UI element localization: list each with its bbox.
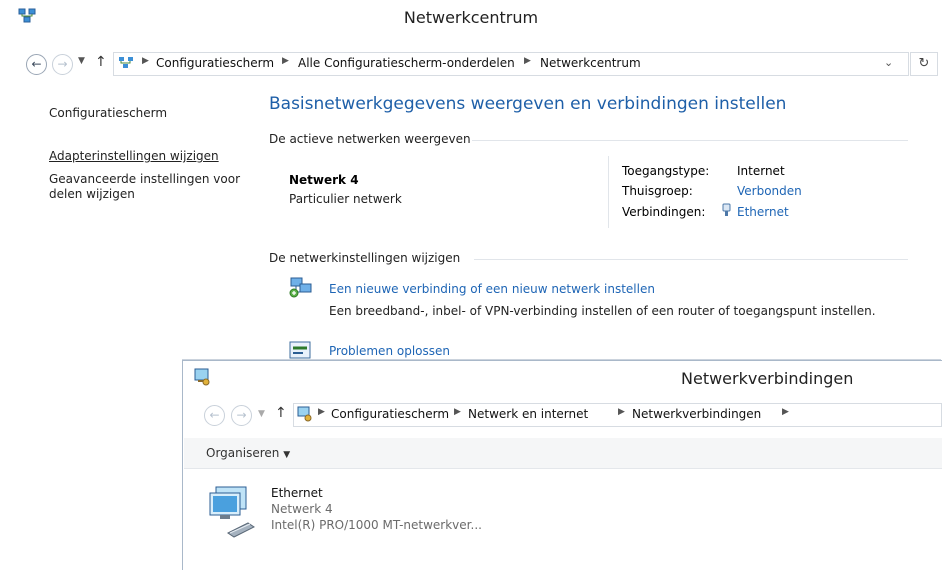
breadcrumb-netwerkcentrum[interactable]: Netwerkcentrum [540, 56, 641, 70]
left-link-advanced-sharing-line2[interactable]: delen wijzigen [49, 187, 135, 201]
breadcrumb-configuratiescherm[interactable]: Configuratiescherm [156, 56, 274, 70]
chevron-down-icon: ▼ [283, 450, 291, 460]
main-address-box[interactable]: ▶ Configuratiescherm ▶ Alle Configuratie… [113, 52, 909, 76]
breadcrumb-separator-icon: ▶ [282, 56, 289, 66]
network-location-icon [297, 406, 313, 422]
up-icon[interactable]: ↑ [275, 405, 287, 421]
breadcrumb-netwerk-en-internet[interactable]: Netwerk en internet [468, 407, 588, 421]
breadcrumb-separator-icon: ▶ [142, 56, 149, 66]
forward-icon[interactable]: → [231, 405, 252, 426]
back-icon[interactable]: ← [204, 405, 225, 426]
left-link-control-panel-home[interactable]: Configuratiescherm [49, 106, 167, 120]
window-border [182, 360, 942, 361]
task-new-connection-description: Een breedband-, inbel- of VPN-verbinding… [329, 304, 876, 318]
details-divider [608, 156, 609, 228]
task-troubleshoot-link[interactable]: Problemen oplossen [329, 344, 450, 358]
ethernet-connection-icon [721, 203, 732, 217]
breadcrumb-separator-icon: ▶ [618, 407, 625, 417]
homegroup-link[interactable]: Verbonden [737, 184, 802, 198]
organize-label: Organiseren [206, 446, 280, 460]
breadcrumb-configuratiescherm[interactable]: Configuratiescherm [331, 407, 449, 421]
organize-menu-button[interactable]: Organiseren ▼ [206, 446, 290, 460]
network-connections-app-icon [194, 368, 212, 386]
section-change-settings: De netwerkinstellingen wijzigen [269, 251, 461, 265]
ethernet-connection-link[interactable]: Ethernet [737, 205, 789, 219]
page-heading: Basisnetwerkgegevens weergeven en verbin… [269, 94, 787, 114]
left-link-adapter-settings[interactable]: Adapterinstellingen wijzigen [49, 149, 219, 163]
new-connection-icon [288, 276, 314, 298]
task-new-connection-link[interactable]: Een nieuwe verbinding of een nieuw netwe… [329, 282, 655, 296]
access-type-label: Toegangstype: [622, 164, 710, 178]
control-panel-location-icon [118, 56, 134, 70]
forward-icon[interactable]: → [52, 54, 73, 75]
breadcrumb-separator-icon: ▶ [318, 407, 325, 417]
network-name: Netwerk 4 [289, 173, 359, 187]
back-icon[interactable]: ← [26, 54, 47, 75]
command-bar [184, 438, 942, 469]
address-dropdown-icon[interactable]: ⌄ [884, 56, 893, 69]
ethernet-adapter-icon[interactable] [206, 481, 262, 543]
connections-label: Verbindingen: [622, 205, 706, 219]
refresh-button[interactable]: ↻ [910, 52, 938, 76]
main-navigation-bar: ← → ▼ ↑ ▶ Configuratiescherm ▶ Alle Conf… [0, 52, 942, 78]
breadcrumb-separator-icon: ▶ [454, 407, 461, 417]
second-window-title: Netwerkverbindingen [681, 369, 854, 388]
access-type-value: Internet [737, 164, 785, 178]
second-address-box[interactable]: ▶ Configuratiescherm ▶ Netwerk en intern… [293, 403, 942, 427]
adapter-network: Netwerk 4 [271, 502, 333, 516]
refresh-icon: ↻ [918, 56, 930, 71]
breadcrumb-netwerkverbindingen[interactable]: Netwerkverbindingen [632, 407, 761, 421]
left-link-advanced-sharing-line1[interactable]: Geavanceerde instellingen voor [49, 172, 240, 186]
up-icon[interactable]: ↑ [95, 54, 107, 70]
breadcrumb-separator-icon: ▶ [524, 56, 531, 66]
adapter-name[interactable]: Ethernet [271, 486, 323, 500]
network-type[interactable]: Particulier netwerk [289, 192, 402, 206]
section-divider [472, 140, 908, 141]
adapter-device: Intel(R) PRO/1000 MT-netwerkver... [271, 518, 482, 532]
breadcrumb-alle-onderdelen[interactable]: Alle Configuratiescherm-onderdelen [298, 56, 515, 70]
homegroup-label: Thuisgroep: [622, 184, 693, 198]
main-window-title: Netwerkcentrum [403, 8, 539, 27]
troubleshoot-icon [288, 340, 314, 360]
section-active-networks: De actieve netwerken weergeven [269, 132, 471, 146]
window-border [182, 360, 183, 570]
recent-locations-icon[interactable]: ▼ [78, 56, 85, 66]
breadcrumb-separator-icon: ▶ [782, 407, 789, 417]
section-divider [474, 259, 908, 260]
recent-locations-icon[interactable]: ▼ [258, 409, 265, 419]
